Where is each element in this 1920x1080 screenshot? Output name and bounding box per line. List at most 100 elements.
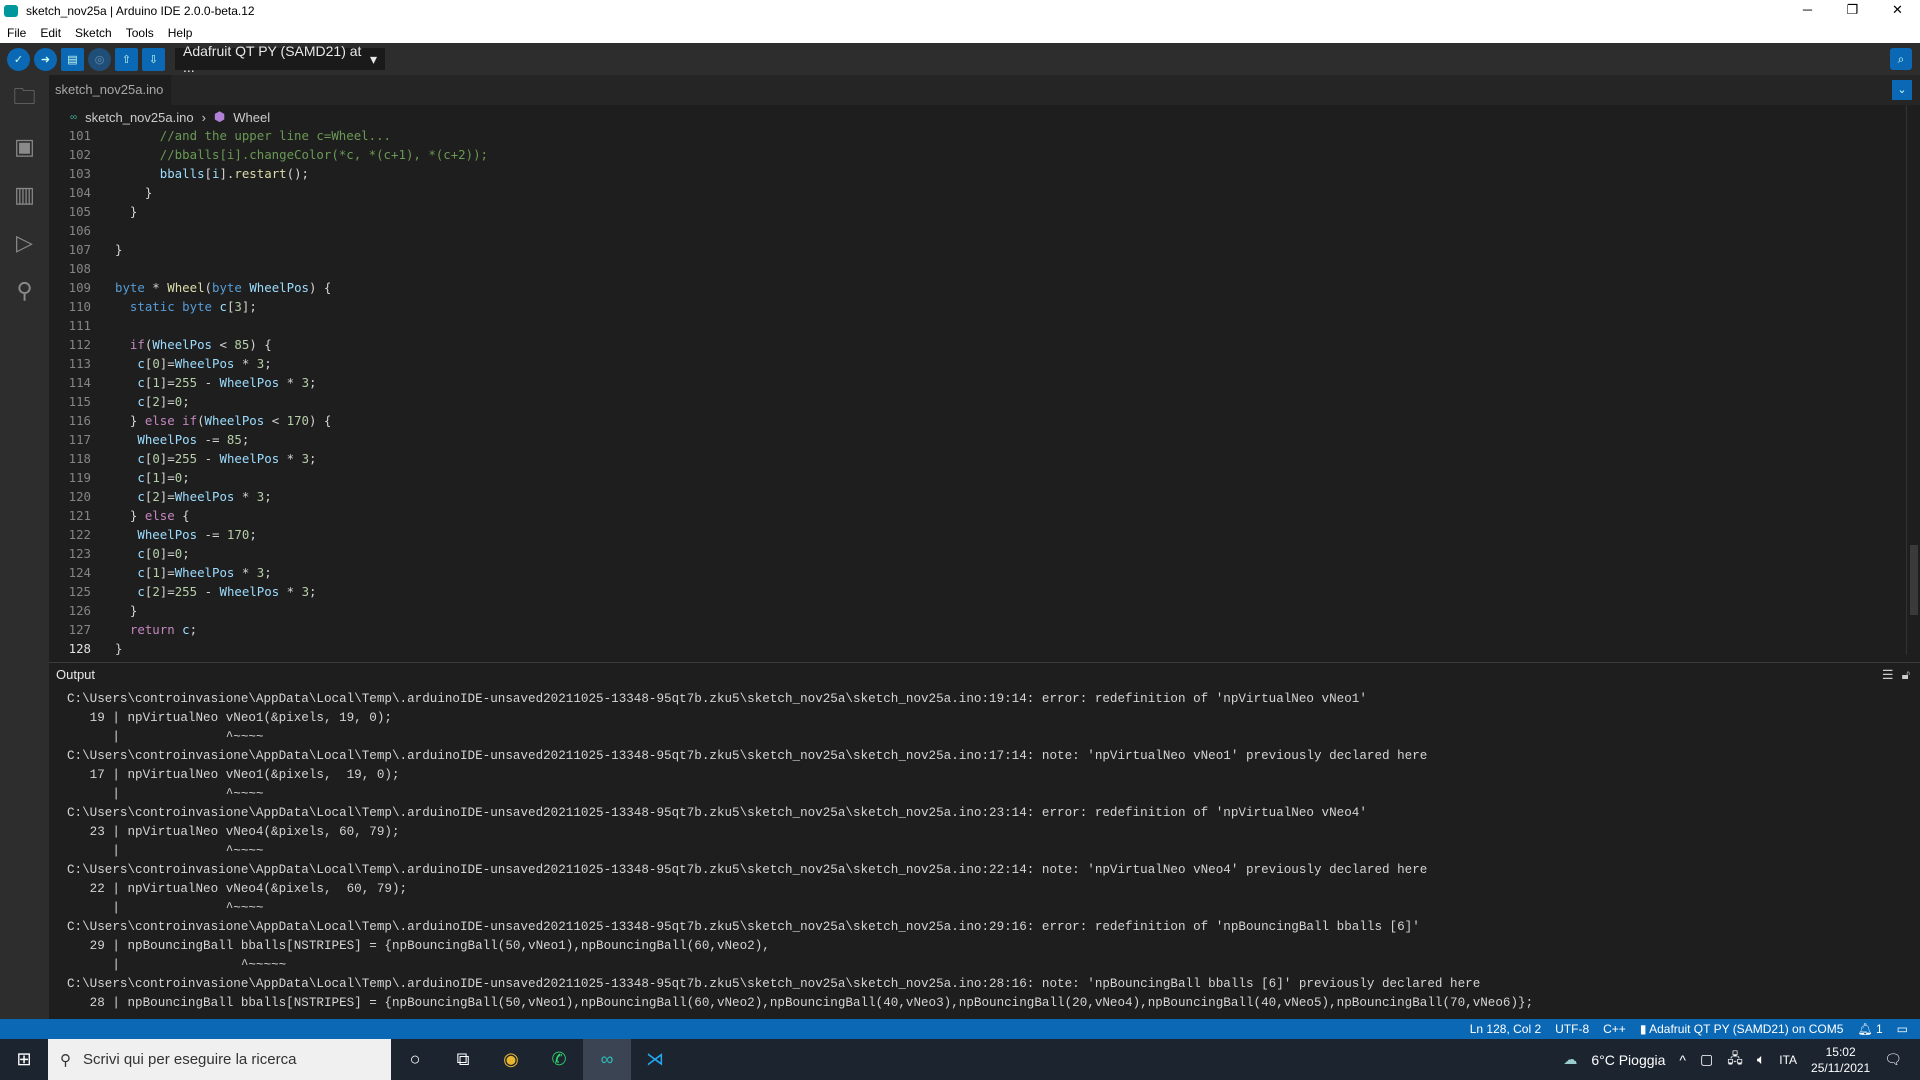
windows-start-icon[interactable]: ⊞ (0, 1049, 48, 1070)
debug-icon[interactable]: ◎ (88, 47, 111, 71)
code-text: } (115, 204, 138, 219)
chevron-down-icon: ▾ (369, 50, 377, 67)
menu-tools[interactable]: Tools (126, 26, 154, 40)
meet-icon[interactable]: ▢ (1700, 1051, 1713, 1068)
line-number: 124 (68, 565, 91, 580)
code-line[interactable]: 104 } (49, 183, 1909, 202)
code-line[interactable]: 101 //and the upper line c=Wheel... (49, 126, 1909, 145)
code-line[interactable]: 105 } (49, 202, 1909, 221)
breadcrumb-file[interactable]: sketch_nov25a.ino (85, 110, 193, 125)
code-line[interactable]: 110 static byte c[3]; (49, 297, 1909, 316)
clock[interactable]: 15:02 25/11/2021 (1811, 1044, 1870, 1076)
encoding[interactable]: UTF-8 (1555, 1022, 1589, 1036)
lock-scroll-icon[interactable]: 🔓︎ (1902, 663, 1910, 687)
output-line: C:\Users\controinvasione\AppData\Local\T… (67, 692, 1367, 706)
serial-monitor-icon[interactable]: ⌕ (1890, 48, 1912, 70)
code-line[interactable]: 117 WheelPos -= 85; (49, 430, 1909, 449)
scrollbar-thumb[interactable] (1910, 545, 1918, 615)
menu-edit[interactable]: Edit (40, 26, 61, 40)
close-button[interactable]: ✕ (1875, 0, 1920, 20)
code-line[interactable]: 112 if(WheelPos < 85) { (49, 335, 1909, 354)
code-line[interactable]: 124 c[1]=WheelPos * 3; (49, 563, 1909, 582)
code-line[interactable]: 103 bballs[i].restart(); (49, 164, 1909, 183)
code-text: c[2]=WheelPos * 3; (137, 489, 272, 504)
input-language[interactable]: ITA (1779, 1053, 1797, 1067)
verify-icon[interactable]: ✓ (7, 47, 30, 71)
chevron-down-icon[interactable]: ⌄ (1892, 80, 1912, 100)
open-icon[interactable]: ⇧ (115, 47, 138, 71)
code-line[interactable]: 121 } else { (49, 506, 1909, 525)
breadcrumb: ∞ sketch_nov25a.ino › ⬢ Wheel (70, 109, 270, 125)
code-line[interactable]: 114 c[1]=255 - WheelPos * 3; (49, 373, 1909, 392)
search-icon[interactable]: ⚲ (0, 267, 49, 315)
new-icon[interactable]: ▤ (61, 47, 84, 71)
whatsapp-icon[interactable]: ✆ (535, 1039, 583, 1080)
library-icon[interactable]: ▥ (0, 171, 49, 219)
upload-icon[interactable]: ➜ (34, 47, 57, 71)
line-number: 101 (68, 128, 91, 143)
code-line[interactable]: 123 c[0]=0; (49, 544, 1909, 563)
board-status[interactable]: ▮ Adafruit QT PY (SAMD21) on COM5 (1640, 1022, 1844, 1036)
network-icon[interactable]: 🖧︎ (1727, 1048, 1743, 1072)
debug-run-icon[interactable]: ▷ (0, 219, 49, 267)
code-line[interactable]: 126 } (49, 601, 1909, 620)
cursor-position[interactable]: Ln 128, Col 2 (1470, 1022, 1541, 1036)
code-text: c[2]=0; (137, 394, 190, 409)
boards-manager-icon[interactable]: ▣ (0, 123, 49, 171)
vscode-icon[interactable]: ⋊ (631, 1039, 679, 1080)
folder-icon[interactable]: 🗀 (0, 75, 49, 123)
code-line[interactable]: 119 c[1]=0; (49, 468, 1909, 487)
save-icon[interactable]: ⇩ (142, 47, 165, 71)
code-line[interactable]: 113 c[0]=WheelPos * 3; (49, 354, 1909, 373)
code-line[interactable]: 128} (49, 639, 1909, 658)
window-title: sketch_nov25a | Arduino IDE 2.0.0-beta.1… (26, 4, 255, 18)
code-text: c[1]=0; (137, 470, 190, 485)
code-line[interactable]: 107} (49, 240, 1909, 259)
restore-button[interactable]: ❐ (1830, 0, 1875, 20)
code-line[interactable]: 122 WheelPos -= 170; (49, 525, 1909, 544)
clear-output-icon[interactable]: ☰ (1882, 663, 1894, 687)
task-view-icon[interactable]: ⧉ (439, 1039, 487, 1080)
board-selector[interactable]: Adafruit QT PY (SAMD21) at ... ▾ (175, 43, 385, 75)
code-line[interactable]: 127 return c; (49, 620, 1909, 639)
action-center-icon[interactable]: 🗨︎ (1884, 1051, 1902, 1068)
code-line[interactable]: 118 c[0]=255 - WheelPos * 3; (49, 449, 1909, 468)
code-line[interactable]: 106 (49, 221, 1909, 240)
notification-count: 1 (1875, 1022, 1883, 1036)
menu-file[interactable]: File (7, 26, 26, 40)
chevron-up-icon[interactable]: ^ (1679, 1052, 1686, 1068)
arduino-ide-icon[interactable]: ∞ (583, 1039, 631, 1080)
output-line: | ^~~~~ (67, 844, 264, 858)
output-line: 28 | npBouncingBall bballs[NSTRIPES] = {… (67, 996, 1534, 1010)
cortana-icon[interactable]: ○ (391, 1039, 439, 1080)
code-line[interactable]: 125 c[2]=255 - WheelPos * 3; (49, 582, 1909, 601)
editor-scrollbar[interactable] (1906, 105, 1920, 655)
breadcrumb-symbol[interactable]: Wheel (233, 110, 270, 125)
output-line: 19 | npVirtualNeo vNeo1(&pixels, 19, 0); (67, 711, 392, 725)
chrome-icon[interactable]: ◉ (487, 1039, 535, 1080)
language-mode[interactable]: C++ (1603, 1022, 1626, 1036)
menu-help[interactable]: Help (168, 26, 193, 40)
notifications[interactable]: 🔔︎ 1 (1857, 1022, 1882, 1036)
code-line[interactable]: 111 (49, 316, 1909, 335)
output-line: C:\Users\controinvasione\AppData\Local\T… (67, 920, 1420, 934)
volume-icon[interactable]: 🔈︎ (1757, 1051, 1765, 1068)
code-line[interactable]: 102 //bballs[i].changeColor(*c, *(c+1), … (49, 145, 1909, 164)
line-number: 114 (68, 375, 91, 390)
toolbar: ✓ ➜ ▤ ◎ ⇧ ⇩ Adafruit QT PY (SAMD21) at .… (0, 43, 1920, 75)
tab-sketch[interactable]: sketch_nov25a.ino (49, 75, 171, 105)
code-text: byte * Wheel(byte WheelPos) { (115, 280, 332, 295)
code-line[interactable]: 108 (49, 259, 1909, 278)
code-editor[interactable]: 101 //and the upper line c=Wheel... 102 /… (49, 126, 1909, 658)
weather[interactable]: 6°C Pioggia (1591, 1052, 1665, 1068)
code-line[interactable]: 116 } else if(WheelPos < 170) { (49, 411, 1909, 430)
menu-sketch[interactable]: Sketch (75, 26, 112, 40)
panel-toggle-icon[interactable]: ▭ (1897, 1022, 1908, 1036)
code-line[interactable]: 115 c[2]=0; (49, 392, 1909, 411)
code-text: } (115, 242, 123, 257)
taskbar-search[interactable]: ⚲ Scrivi qui per eseguire la ricerca (48, 1039, 391, 1080)
code-text: bballs[i].restart(); (159, 166, 309, 181)
code-line[interactable]: 120 c[2]=WheelPos * 3; (49, 487, 1909, 506)
code-line[interactable]: 109 byte * Wheel(byte WheelPos) { (49, 278, 1909, 297)
minimize-button[interactable]: ─ (1785, 0, 1830, 20)
